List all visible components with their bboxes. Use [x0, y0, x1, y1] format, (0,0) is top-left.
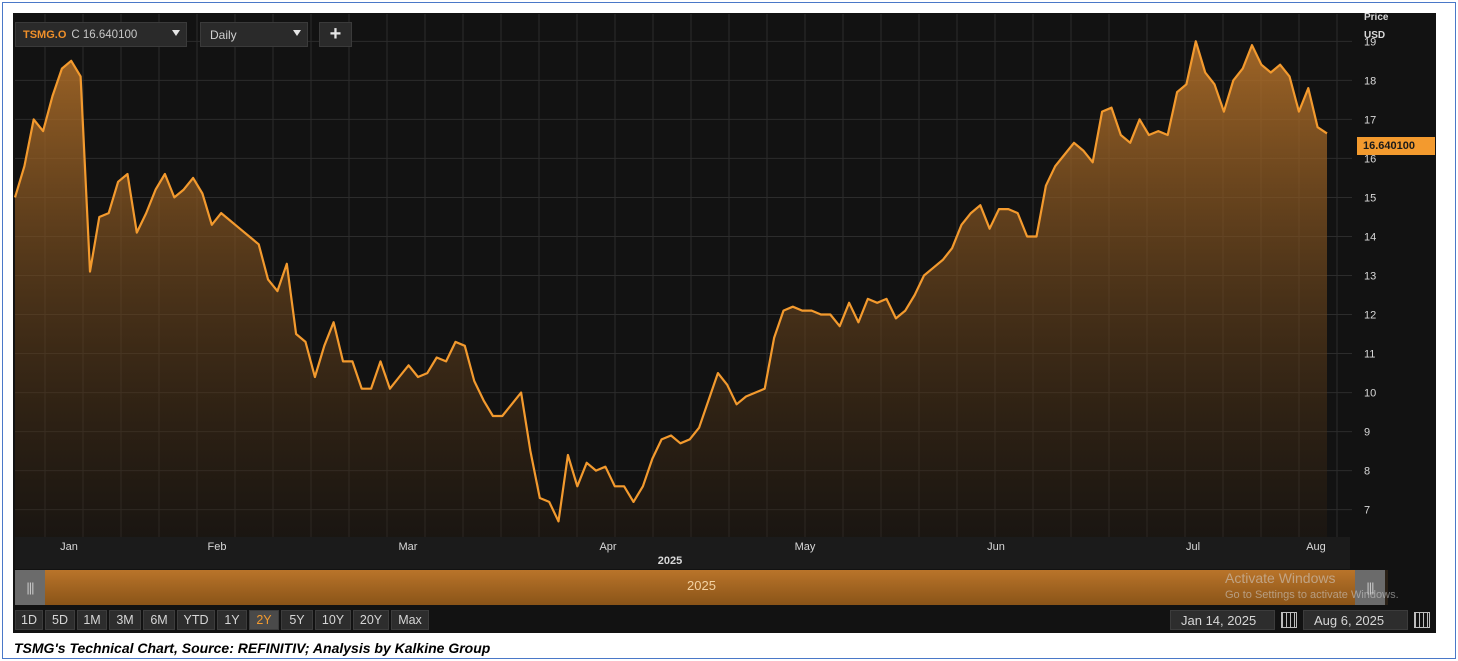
range-button-2y[interactable]: 2Y — [249, 610, 279, 630]
range-button-5y[interactable]: 5Y — [281, 610, 313, 630]
interval-value: Daily — [210, 27, 237, 42]
y-tick-label: 17 — [1364, 114, 1376, 126]
y-tick-label: 14 — [1364, 231, 1376, 243]
x-tick-label: Feb — [208, 541, 227, 553]
plus-icon: + — [329, 23, 342, 45]
y-tick-label: 12 — [1364, 310, 1376, 322]
range-button-3m[interactable]: 3M — [109, 610, 141, 630]
price-area — [15, 41, 1327, 538]
y-tick-label: 7 — [1364, 505, 1370, 517]
x-tick-label: Jul — [1186, 541, 1200, 553]
y-tick-label: 13 — [1364, 271, 1376, 283]
x-tick-label: Apr — [599, 541, 616, 553]
price-chart: 78910111213141516171819 Jan Feb Mar Apr May J… — [13, 14, 1376, 569]
figure-caption: TSMG's Technical Chart, Source: REFINITI… — [14, 640, 491, 656]
range-button-6m[interactable]: 6M — [143, 610, 175, 630]
calendar-icon[interactable] — [1414, 612, 1430, 628]
x-tick-label: Mar — [399, 541, 418, 553]
range-button-max[interactable]: Max — [391, 610, 429, 630]
y-tick-label: 15 — [1364, 192, 1376, 204]
x-tick-label: Jan — [60, 541, 78, 553]
range-button-1m[interactable]: 1M — [77, 610, 107, 630]
x-tick-label: May — [795, 541, 816, 553]
y-tick-label: 18 — [1364, 75, 1376, 87]
activation-watermark-hint: Go to Settings to activate Windows. — [1225, 589, 1399, 601]
navigator-year-label: 2025 — [687, 578, 716, 593]
x-tick-label: Jun — [987, 541, 1005, 553]
dropdown-caret-icon — [293, 30, 301, 36]
y-tick-label: 11 — [1364, 349, 1375, 361]
range-button-10y[interactable]: 10Y — [315, 610, 351, 630]
price-axis-label: Price — [1364, 12, 1389, 23]
x-tick-label: Aug — [1306, 541, 1326, 553]
price-axis-unit: USD — [1364, 30, 1386, 41]
dropdown-caret-icon — [172, 30, 180, 36]
y-tick-label: 16 — [1364, 153, 1376, 165]
calendar-icon[interactable] — [1281, 612, 1297, 628]
activation-watermark: Activate Windows — [1225, 570, 1336, 586]
range-button-5d[interactable]: 5D — [45, 610, 75, 630]
y-tick-label: 10 — [1364, 388, 1376, 400]
close-price-text: C 16.640100 — [71, 28, 138, 41]
y-tick-label: 9 — [1364, 427, 1370, 439]
x-axis-year-label: 2025 — [658, 555, 682, 567]
last-price-tag: 16.640100 — [1357, 137, 1435, 155]
interval-selector[interactable]: Daily — [200, 22, 308, 47]
start-date-field[interactable]: Jan 14, 2025 — [1170, 610, 1275, 630]
y-tick-label: 8 — [1364, 466, 1370, 478]
range-button-ytd[interactable]: YTD — [177, 610, 215, 630]
add-button[interactable]: + — [319, 22, 352, 47]
range-button-1d[interactable]: 1D — [15, 610, 43, 630]
range-button-20y[interactable]: 20Y — [353, 610, 389, 630]
symbol-ticker: TSMG.O — [23, 28, 67, 41]
time-navigator[interactable]: ||| ||| 2025 — [15, 570, 1388, 605]
range-button-1y[interactable]: 1Y — [217, 610, 247, 630]
symbol-selector[interactable]: TSMG.O C 16.640100 — [15, 22, 187, 47]
end-date-field[interactable]: Aug 6, 2025 — [1303, 610, 1408, 630]
